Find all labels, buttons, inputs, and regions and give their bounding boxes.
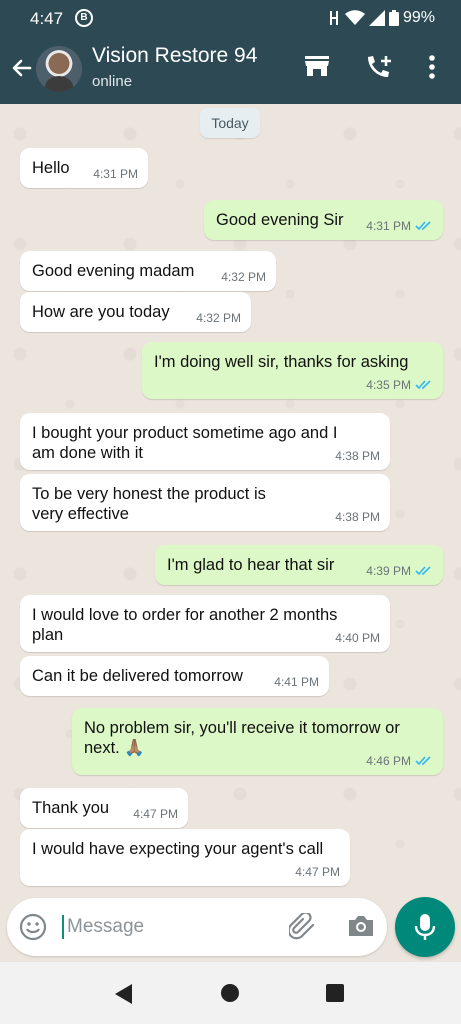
message-outgoing[interactable]: Good evening Sir 4:31 PM [204,200,443,240]
message-time: 4:40 PM [335,631,380,645]
message-text: Good evening madam [32,262,195,280]
message-text: I'm doing well sir, thanks for asking [154,353,409,371]
date-divider: Today [200,108,260,138]
message-text: Can it be delivered tomorrow [32,667,243,685]
message-incoming[interactable]: Thank you 4:47 PM [20,788,188,828]
message-incoming[interactable]: How are you today 4:32 PM [20,292,251,332]
message-time: 4:31 PM [93,167,138,181]
message-text: Good evening Sir [216,211,344,229]
nav-recents-icon[interactable] [325,983,345,1003]
message-incoming[interactable]: Good evening madam 4:32 PM [20,251,276,291]
back-arrow-icon[interactable] [10,56,34,80]
message-incoming[interactable]: Can it be delivered tomorrow 4:41 PM [20,656,329,696]
message-time: 4:47 PM [295,865,340,879]
signal-icon [368,10,385,26]
message-time: 4:47 PM [133,807,178,821]
emoji-icon[interactable] [19,913,47,941]
message-time: 4:31 PM [366,219,433,233]
mic-icon [414,914,436,940]
store-icon[interactable] [304,54,330,78]
read-ticks-icon [415,221,431,231]
message-composer [7,898,387,956]
message-time: 4:41 PM [274,675,319,689]
message-list[interactable]: Today Hello 4:31 PM Good evening Sir 4:3… [0,104,461,894]
battery-level: 99% [402,9,435,26]
message-text: I would love to order for another 2 mont… [32,606,338,644]
message-incoming[interactable]: Hello 4:31 PM [20,148,148,188]
contact-avatar[interactable] [36,46,82,92]
status-bar: 4:47 B 99% [0,0,461,36]
read-ticks-icon [415,380,431,390]
message-incoming[interactable]: I would have expecting your agent's call… [20,829,350,886]
message-text: I bought your product sometime ago and I… [32,424,338,462]
message-text: To be very honest the product is very ef… [32,485,266,523]
message-incoming[interactable]: I bought your product sometime ago and I… [20,413,390,470]
contact-status: online [92,73,133,90]
message-time: 4:46 PM [366,754,433,768]
app-badge-icon: B [75,9,93,27]
read-ticks-icon [415,566,431,576]
battery-icon [388,10,399,26]
vibrate-icon [329,11,338,25]
attach-icon[interactable] [289,913,319,941]
message-outgoing[interactable]: I'm doing well sir, thanks for asking 4:… [142,342,443,399]
message-time: 4:32 PM [196,311,241,325]
message-time: 4:35 PM [366,378,433,392]
wifi-icon [344,10,365,25]
message-text: No problem sir, you'll receive it tomorr… [84,719,400,757]
message-time: 4:39 PM [366,564,433,578]
nav-home-icon[interactable] [220,983,240,1003]
message-text: I would have expecting your agent's call [32,840,324,858]
message-time: 4:32 PM [221,270,266,284]
status-right: 99% [327,9,435,27]
more-vert-icon[interactable] [428,54,436,80]
system-nav-bar [0,962,461,1024]
camera-icon[interactable] [347,914,375,938]
mic-button[interactable] [395,897,455,957]
read-ticks-icon [415,756,431,766]
message-time: 4:38 PM [335,449,380,463]
message-time: 4:38 PM [335,510,380,524]
message-text: Thank you [32,799,110,817]
add-call-icon[interactable] [365,54,393,80]
message-incoming[interactable]: To be very honest the product is very ef… [20,474,390,531]
message-outgoing[interactable]: No problem sir, you'll receive it tomorr… [72,708,443,775]
message-input[interactable] [67,912,267,942]
message-text: How are you today [32,303,170,321]
message-text: I'm glad to hear that sir [167,556,335,574]
message-outgoing[interactable]: I'm glad to hear that sir 4:39 PM [155,545,443,585]
text-cursor [62,915,64,939]
nav-back-icon[interactable] [114,983,134,1005]
chat-header: Vision Restore 94 online [0,36,461,104]
message-text: Hello [32,159,70,177]
status-time: 4:47 [30,9,64,28]
contact-name[interactable]: Vision Restore 94 [92,44,257,68]
message-incoming[interactable]: I would love to order for another 2 mont… [20,595,390,652]
